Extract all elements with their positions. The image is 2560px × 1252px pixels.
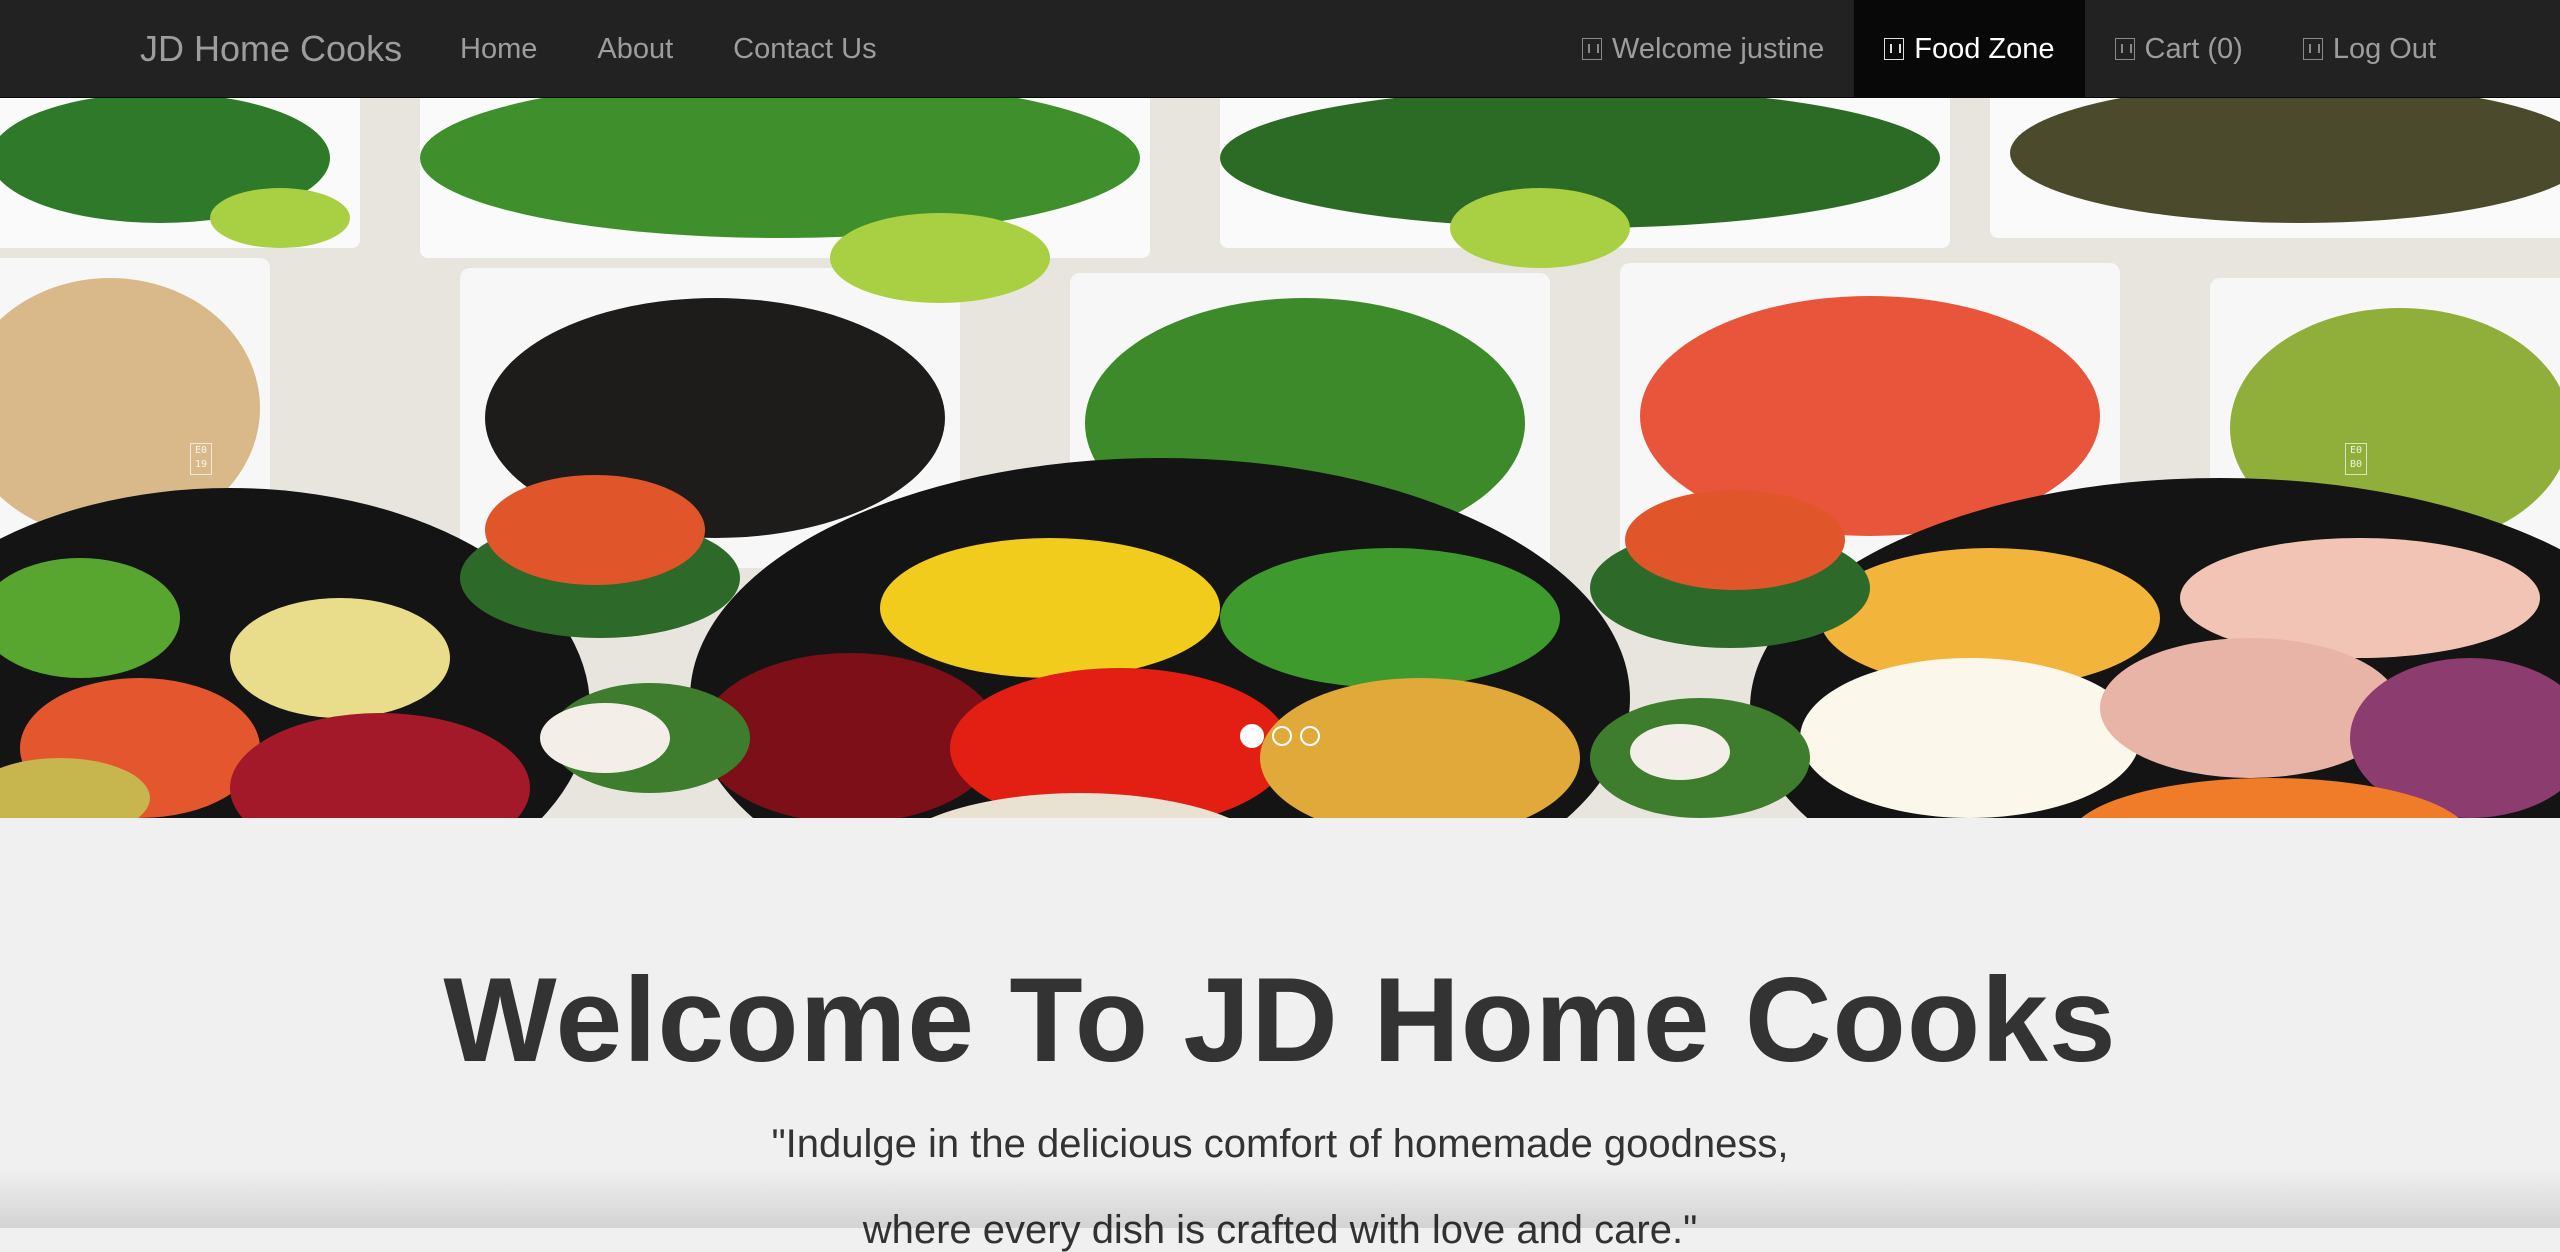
brand-link[interactable]: JD Home Cooks xyxy=(140,0,402,98)
account-nav: Welcome justine Food Zone Cart (0) Log O… xyxy=(1552,0,2466,98)
nav-about-link[interactable]: About xyxy=(567,0,703,98)
nav-food-zone-link[interactable]: Food Zone xyxy=(1854,0,2085,98)
carousel-indicators xyxy=(0,724,2560,748)
tagline-line-2: where every dish is crafted with love an… xyxy=(862,1208,1698,1252)
hero-carousel[interactable]: E0 19 E0 B0 xyxy=(0,98,2560,818)
user-icon xyxy=(1582,38,1603,60)
tagline-line-1: "Indulge in the delicious comfort of hom… xyxy=(771,1122,1789,1166)
nav-welcome-label: Welcome justine xyxy=(1612,32,1825,65)
carousel-indicator-1[interactable] xyxy=(1240,724,1264,748)
cart-icon xyxy=(2114,38,2135,60)
nav-cart-link[interactable]: Cart (0) xyxy=(2085,0,2273,98)
food-icon xyxy=(1884,38,1905,60)
carousel-indicator-2[interactable] xyxy=(1272,726,1292,746)
nav-cart-label: Cart (0) xyxy=(2144,32,2243,65)
nav-welcome-link[interactable]: Welcome justine xyxy=(1552,0,1854,98)
nav-home-link[interactable]: Home xyxy=(430,0,567,98)
welcome-section: Welcome To JD Home Cooks "Indulge in the… xyxy=(0,818,2560,1250)
nav-food-zone-label: Food Zone xyxy=(1914,32,2055,65)
top-navbar: JD Home Cooks Home About Contact Us Welc… xyxy=(0,0,2560,98)
logout-icon xyxy=(2302,38,2323,60)
primary-nav: Home About Contact Us xyxy=(430,0,907,98)
nav-logout-label: Log Out xyxy=(2332,32,2436,65)
nav-logout-link[interactable]: Log Out xyxy=(2273,0,2466,98)
carousel-indicator-3[interactable] xyxy=(1300,726,1320,746)
nav-contact-link[interactable]: Contact Us xyxy=(703,0,906,98)
carousel-prev-control[interactable]: E0 19 xyxy=(190,443,212,475)
page-heading: Welcome To JD Home Cooks xyxy=(443,953,2117,1087)
carousel-next-control[interactable]: E0 B0 xyxy=(2345,443,2367,475)
salad-bar-image xyxy=(0,98,2560,818)
